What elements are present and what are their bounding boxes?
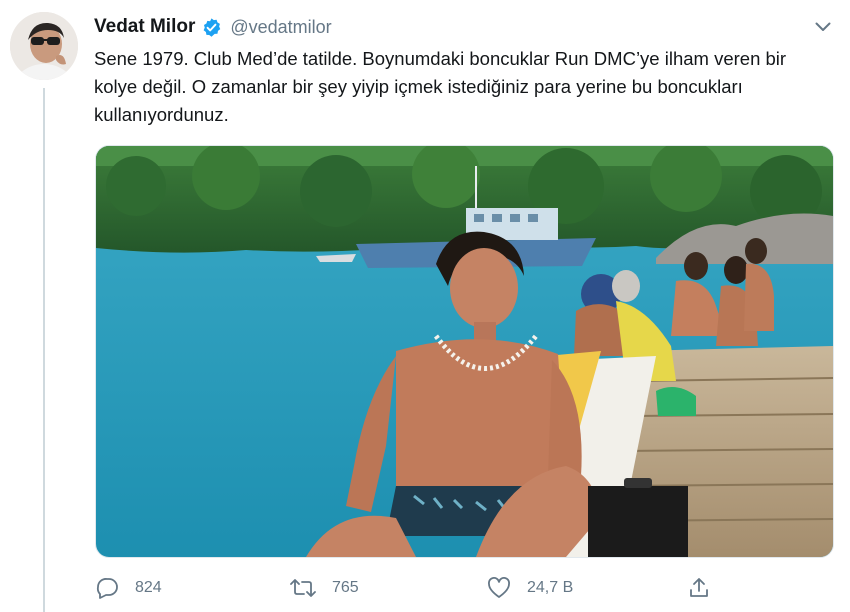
reply-count: 824 — [135, 579, 162, 596]
retweet-count: 765 — [332, 579, 359, 596]
more-menu-button[interactable] — [812, 18, 834, 36]
reply-icon — [96, 578, 118, 599]
tweet-header: Vedat Milor @vedatmilor — [94, 14, 332, 40]
tweet-photo[interactable] — [95, 145, 834, 558]
retweet-icon — [290, 579, 316, 597]
like-count: 24,7 B — [527, 579, 574, 596]
like-button[interactable]: 24,7 B — [487, 574, 573, 602]
thread-line — [43, 88, 45, 612]
profile-photo-icon — [10, 12, 78, 80]
tweet-text: Sene 1979. Club Med’de tatilde. Boynumda… — [94, 48, 787, 125]
avatar[interactable] — [10, 12, 78, 80]
retweet-button[interactable]: 765 — [290, 574, 359, 602]
heart-icon — [488, 577, 510, 598]
vintage-beach-photo-icon — [96, 146, 833, 557]
display-name[interactable]: Vedat Milor — [94, 16, 195, 38]
share-button[interactable] — [688, 574, 726, 602]
reply-button[interactable]: 824 — [95, 574, 162, 602]
handle[interactable]: @vedatmilor — [230, 17, 331, 38]
tweet-action-bar: 824 765 24,7 B — [95, 574, 715, 602]
chevron-down-icon — [815, 22, 831, 31]
verified-badge-icon — [201, 17, 222, 38]
share-icon — [690, 578, 708, 597]
